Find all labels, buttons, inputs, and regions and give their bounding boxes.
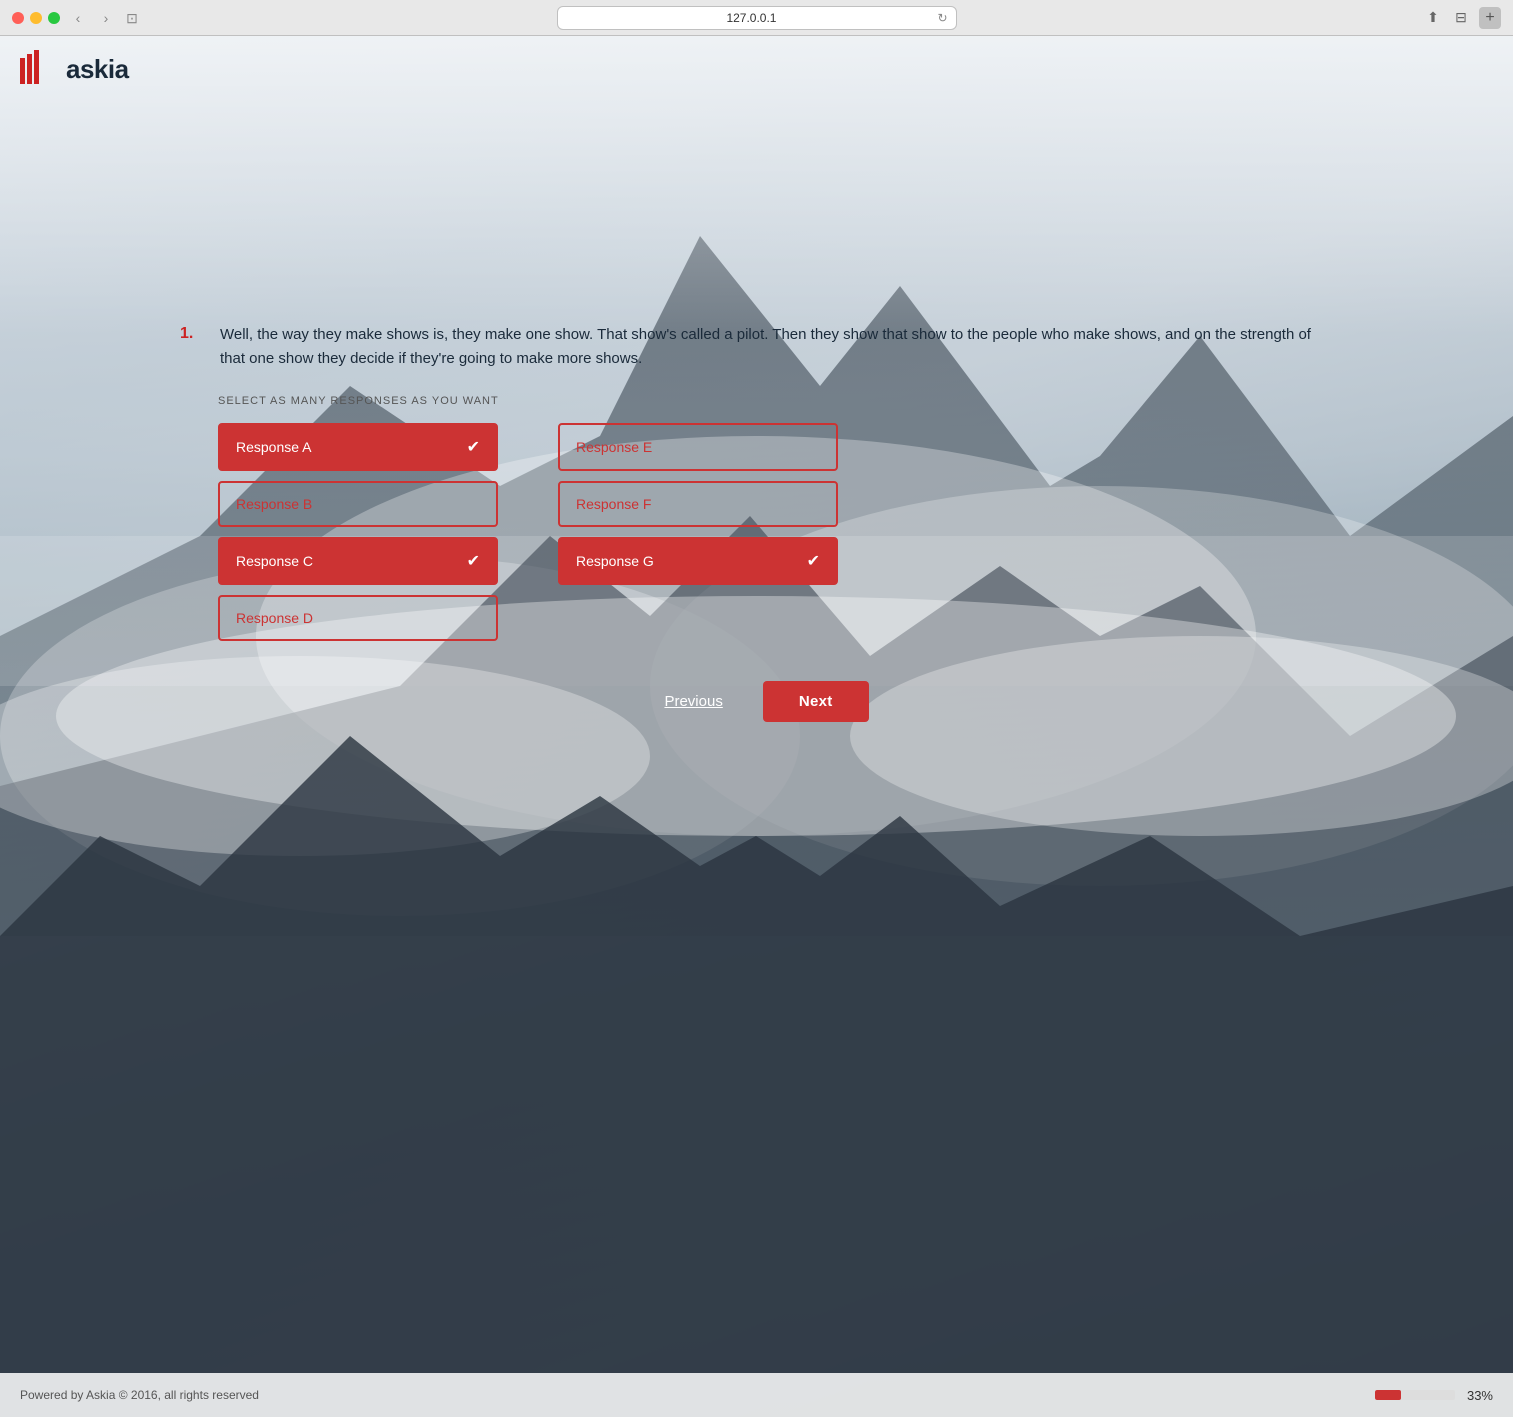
response-label-d: Response D xyxy=(236,610,313,626)
tab-view-button[interactable]: ⊡ xyxy=(124,10,140,26)
responses-grid: Response A ✔ Response E Response B Response … xyxy=(218,423,838,641)
check-icon-a: ✔ xyxy=(467,437,480,457)
response-option-a[interactable]: Response A ✔ xyxy=(218,423,498,471)
response-option-b[interactable]: Response B xyxy=(218,481,498,527)
check-icon-c: ✔ xyxy=(467,551,480,571)
question-row: 1. Well, the way they make shows is, the… xyxy=(180,323,1333,371)
response-label-a: Response A xyxy=(236,439,312,455)
reload-icon[interactable]: ↻ xyxy=(937,11,947,25)
url-bar[interactable]: 127.0.0.1 ↻ xyxy=(557,6,957,30)
close-button[interactable] xyxy=(12,12,24,24)
logo-bar: askia xyxy=(0,36,1513,103)
share-icon[interactable]: ⬆ xyxy=(1423,8,1443,28)
maximize-button[interactable] xyxy=(48,12,60,24)
response-label-c: Response C xyxy=(236,553,313,569)
response-option-g[interactable]: Response G ✔ xyxy=(558,537,838,585)
minimize-button[interactable] xyxy=(30,12,42,24)
check-icon-g: ✔ xyxy=(807,551,820,571)
progress-bar-fill xyxy=(1375,1390,1401,1400)
traffic-lights xyxy=(12,12,60,24)
next-button[interactable]: Next xyxy=(763,681,869,722)
content-area: 1. Well, the way they make shows is, the… xyxy=(0,103,1513,1417)
nav-buttons: Previous Next xyxy=(0,681,1513,742)
back-button[interactable]: ‹ xyxy=(68,8,88,28)
response-label-e: Response E xyxy=(576,439,652,455)
question-number: 1. xyxy=(180,323,200,371)
logo-icon xyxy=(20,50,58,89)
browser-toolbar-right: ⬆ ⊟ + xyxy=(1423,7,1501,29)
reader-view-icon[interactable]: ⊟ xyxy=(1451,8,1471,28)
response-option-f[interactable]: Response F xyxy=(558,481,838,527)
instruction-text: SELECT AS MANY RESPONSES AS YOU WANT xyxy=(218,395,1333,407)
response-label-g: Response G xyxy=(576,553,654,569)
previous-button[interactable]: Previous xyxy=(644,683,742,720)
response-label-b: Response B xyxy=(236,496,312,512)
logo-text: askia xyxy=(66,54,129,85)
question-block: 1. Well, the way they make shows is, the… xyxy=(0,323,1513,641)
question-text: Well, the way they make shows is, they m… xyxy=(220,323,1333,371)
new-tab-button[interactable]: + xyxy=(1479,7,1501,29)
page: askia 1. Well, the way they make shows i… xyxy=(0,36,1513,1417)
footer-copyright: Powered by Askia © 2016, all rights rese… xyxy=(20,1388,259,1402)
response-label-f: Response F xyxy=(576,496,651,512)
response-option-c[interactable]: Response C ✔ xyxy=(218,537,498,585)
response-option-d[interactable]: Response D xyxy=(218,595,498,641)
logo: askia xyxy=(20,50,129,89)
browser-chrome: ‹ › ⊡ 127.0.0.1 ↻ ⬆ ⊟ + xyxy=(0,0,1513,36)
forward-button[interactable]: › xyxy=(96,8,116,28)
progress-label: 33% xyxy=(1467,1388,1493,1403)
footer: Powered by Askia © 2016, all rights rese… xyxy=(0,1373,1513,1417)
url-text: 127.0.0.1 xyxy=(566,11,938,25)
response-option-e[interactable]: Response E xyxy=(558,423,838,471)
progress-bar xyxy=(1375,1390,1455,1400)
progress-area: 33% xyxy=(1375,1388,1493,1403)
